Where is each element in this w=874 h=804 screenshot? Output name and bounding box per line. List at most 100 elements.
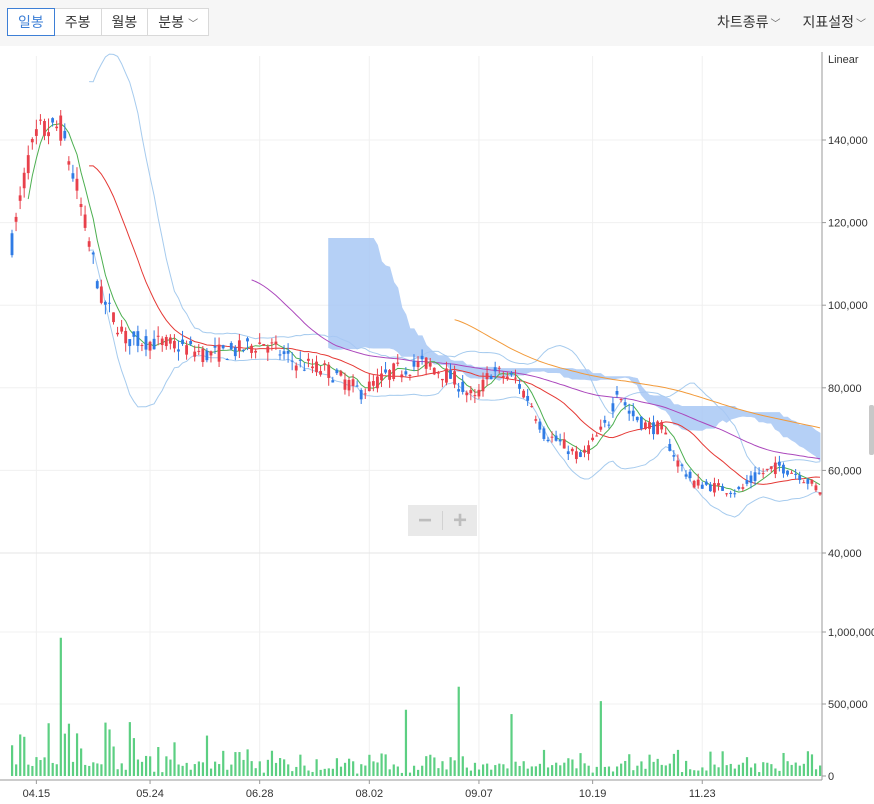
volume-bar	[571, 759, 574, 776]
candle-body	[627, 410, 631, 414]
volume-bar	[469, 770, 473, 776]
volume-bar	[445, 769, 448, 776]
volume-bar	[551, 765, 554, 776]
candle-body	[680, 464, 684, 466]
candle-body	[432, 367, 436, 375]
candle-body	[721, 486, 724, 491]
ma-short-line	[27, 123, 821, 493]
volume-bar	[315, 759, 318, 776]
candle-body	[761, 473, 765, 475]
candle-body	[294, 365, 298, 371]
candle-body	[741, 487, 745, 489]
candle-body	[128, 339, 132, 347]
volume-bar	[19, 734, 22, 776]
candle-body	[704, 481, 708, 485]
scrollbar-handle[interactable]	[869, 405, 874, 455]
volume-bar	[587, 765, 590, 776]
volume-bar	[246, 749, 249, 776]
candle-body	[733, 493, 737, 495]
volume-bar	[542, 749, 546, 776]
volume-bar	[185, 762, 188, 776]
candle-body	[753, 472, 757, 481]
volume-bar	[453, 760, 456, 776]
candle-body	[392, 363, 396, 379]
candle-body	[749, 475, 753, 483]
candle-body	[103, 301, 107, 305]
volume-bar	[490, 769, 493, 776]
volume-bar	[636, 765, 639, 776]
volume-bar	[214, 761, 217, 776]
zoom-out-button[interactable]: −	[408, 505, 442, 536]
volume-bar	[624, 760, 627, 776]
volume-bar	[372, 761, 375, 776]
volume-bar	[697, 770, 700, 776]
candle-body	[177, 349, 180, 352]
volume-bar	[498, 763, 501, 776]
volume-bar	[790, 764, 793, 776]
volume-bar	[408, 772, 412, 776]
candle-body	[298, 359, 302, 361]
candle-body	[518, 384, 521, 389]
candle-body	[63, 130, 67, 139]
candle-body	[412, 360, 416, 367]
candle-body	[124, 330, 128, 344]
candle-body	[408, 374, 412, 376]
volume-bar	[615, 766, 619, 776]
zoom-in-button[interactable]: +	[443, 505, 477, 536]
candle-body	[611, 403, 615, 412]
volume-bar	[352, 761, 355, 776]
volume-bar	[628, 754, 631, 776]
candle-body	[562, 439, 566, 449]
candle-body	[526, 395, 530, 401]
candle-body	[485, 373, 489, 380]
volume-bar	[140, 761, 144, 776]
candle-body	[587, 445, 590, 454]
volume-bars	[11, 637, 822, 776]
candle-body	[148, 341, 152, 351]
candle-body	[745, 480, 749, 484]
volume-bar	[676, 749, 680, 776]
candle-body	[355, 385, 359, 387]
volume-bar	[63, 733, 66, 776]
volume-bar	[741, 762, 745, 776]
volume-bar	[810, 754, 814, 776]
candle-body	[672, 455, 676, 457]
candle-body	[603, 419, 607, 423]
candle-body	[30, 139, 34, 143]
candle-body	[599, 426, 603, 430]
candle-body	[254, 350, 258, 353]
volume-bar	[644, 768, 647, 776]
stock-chart[interactable]: Linear 140,000 120,000 100,000 80,000 60,000 4…	[0, 0, 874, 804]
candle-body	[558, 439, 562, 442]
candle-body	[469, 390, 473, 394]
volume-bar	[80, 748, 83, 776]
volume-bar	[798, 765, 801, 776]
volume-bar	[112, 746, 115, 776]
ichimoku-cloud	[328, 238, 821, 462]
candle-body	[773, 462, 777, 475]
tab-daily[interactable]: 일봉	[7, 8, 55, 36]
volume-bar	[303, 765, 306, 776]
volume-bar	[193, 764, 196, 776]
volume-bar	[96, 763, 99, 776]
candle-body	[229, 343, 233, 350]
volume-bar	[157, 747, 160, 776]
volume-bar	[71, 761, 75, 776]
candle-body	[440, 378, 444, 381]
volume-bar	[766, 762, 769, 776]
volume-bar	[222, 750, 225, 776]
volume-bar	[173, 742, 176, 776]
candle-body	[343, 379, 347, 390]
candle-body	[696, 479, 700, 486]
candle-body	[554, 435, 558, 441]
volume-bar	[575, 768, 578, 776]
volume-bar	[299, 754, 302, 776]
volume-bar	[356, 773, 359, 776]
moving-averages	[27, 123, 821, 493]
candle-body	[786, 470, 789, 475]
candle-body	[790, 472, 793, 474]
volume-bar	[51, 762, 54, 776]
volume-bar	[786, 761, 789, 776]
candle-body	[120, 326, 124, 332]
date-tick-label: 11.23	[689, 788, 716, 800]
